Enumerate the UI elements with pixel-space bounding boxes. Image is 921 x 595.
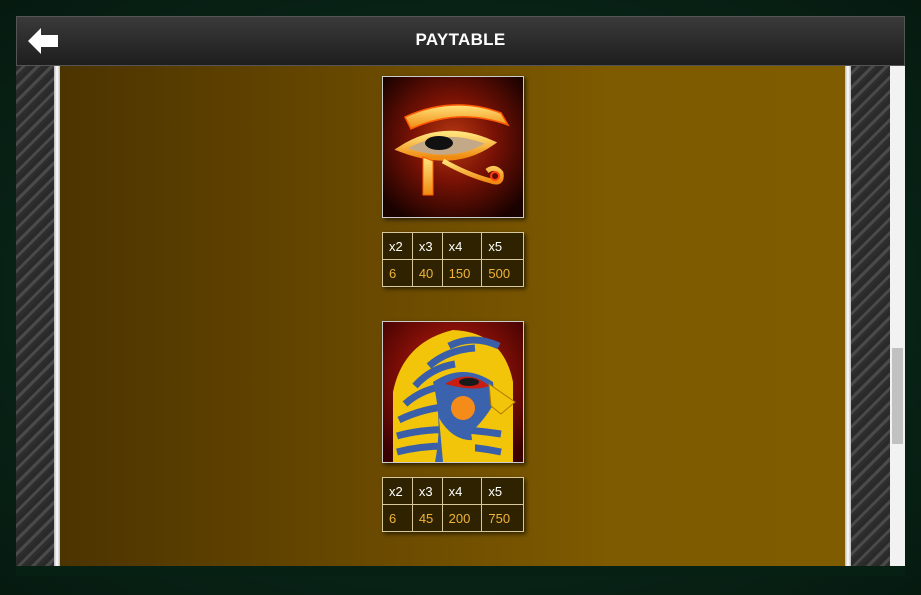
payout-value: 500 [481, 259, 524, 287]
vertical-scrollbar[interactable] [890, 66, 905, 566]
multiplier-header: x3 [411, 232, 443, 260]
multiplier-header: x4 [441, 232, 483, 260]
multiplier-header: x2 [382, 232, 413, 260]
payout-table: x2 x3 x4 x5 6 40 150 500 [382, 232, 524, 287]
multiplier-header: x3 [411, 477, 443, 505]
payout-value: 6 [382, 259, 413, 287]
page-title: PAYTABLE [415, 30, 506, 49]
right-border-decoration [845, 66, 890, 566]
payout-table: x2 x3 x4 x5 6 45 200 750 [382, 477, 524, 532]
scrollbar-thumb[interactable] [892, 348, 903, 444]
payout-value: 45 [411, 504, 443, 532]
paytable-header: PAYTABLE [16, 16, 905, 66]
multiplier-header: x5 [481, 477, 524, 505]
multiplier-header: x2 [382, 477, 413, 505]
payout-value: 40 [411, 259, 443, 287]
payout-value: 750 [481, 504, 524, 532]
bottom-border [16, 566, 905, 576]
multiplier-header: x5 [481, 232, 524, 260]
pharaoh-falcon-icon [382, 321, 524, 463]
symbol-entry: x2 x3 x4 x5 6 40 150 500 [382, 76, 524, 287]
left-border-decoration [16, 66, 60, 566]
symbol-entry: x2 x3 x4 x5 6 45 200 750 [382, 321, 524, 532]
game-frame: PAYTABLE x2 x3 x4 x5 6 40 150 500 x2 x3 … [0, 0, 921, 595]
payout-value: 6 [382, 504, 413, 532]
paytable-content[interactable]: x2 x3 x4 x5 6 40 150 500 x2 x3 x4 x5 6 4… [60, 66, 845, 566]
multiplier-header: x4 [441, 477, 483, 505]
payout-value: 150 [441, 259, 483, 287]
eye-of-horus-icon [382, 76, 524, 218]
payout-value: 200 [441, 504, 483, 532]
